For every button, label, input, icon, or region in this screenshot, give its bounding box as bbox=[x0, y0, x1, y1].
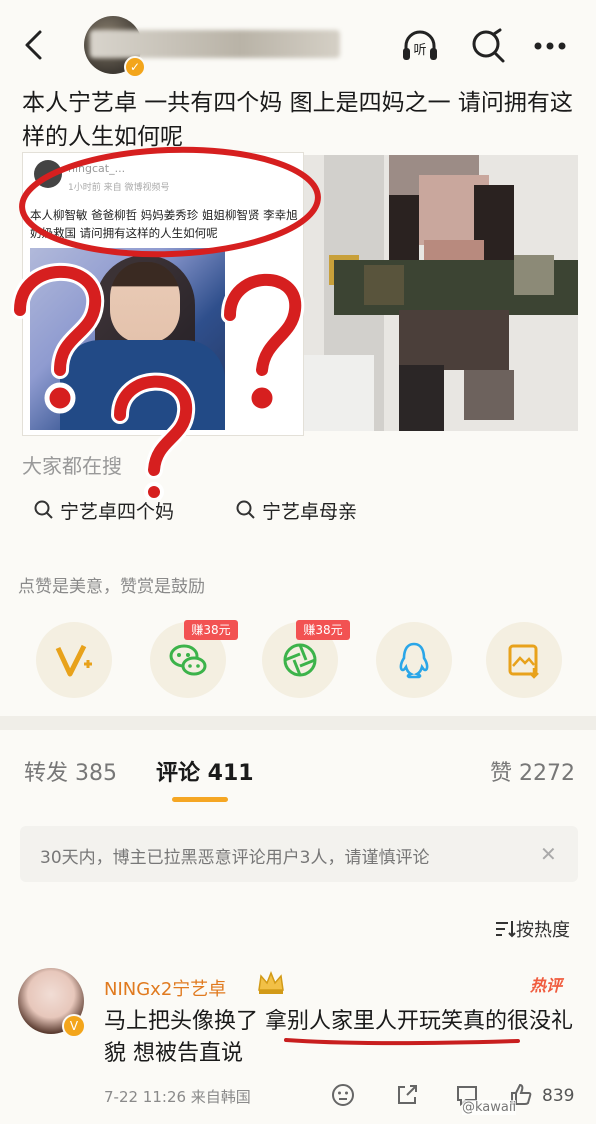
vplus-icon bbox=[55, 644, 92, 677]
photo-body bbox=[60, 340, 225, 430]
post-image-2-pixelated[interactable] bbox=[304, 155, 578, 431]
comment-like-count: 839 bbox=[542, 1086, 575, 1106]
verified-badge-icon: ✓ bbox=[124, 56, 146, 78]
notice-text: 30天内，博主已拉黑恶意评论用户3人，请谨慎评论 bbox=[40, 848, 430, 868]
sort-button[interactable]: 按热度 bbox=[494, 916, 570, 942]
hot-comment-badge: 热评 bbox=[530, 976, 563, 995]
trending-item-label: 宁艺卓母亲 bbox=[262, 500, 358, 523]
save-image-button[interactable] bbox=[486, 622, 562, 698]
mini-post-text: 本人柳智敏 爸爸柳哲 妈妈姜秀珍 姐姐柳智贤 李幸旭 奶奶救国 请问拥有这样的人… bbox=[30, 208, 298, 240]
tab-repost[interactable]: 转发 385 bbox=[24, 755, 117, 787]
headphone-icon: 听 bbox=[403, 30, 437, 60]
qq-icon bbox=[399, 642, 429, 679]
vip-badge-icon: V bbox=[62, 1014, 86, 1038]
save-image-icon bbox=[508, 644, 539, 679]
appreciation-text: 点赞是美意，赞赏是鼓励 bbox=[18, 577, 205, 597]
sort-icon bbox=[496, 921, 516, 938]
search-icon[interactable] bbox=[468, 26, 508, 66]
moments-icon bbox=[283, 643, 317, 677]
listen-button[interactable]: 听 bbox=[400, 26, 440, 66]
post-text: 本人宁艺卓 一共有四个妈 图上是四妈之一 请问拥有这样的人生如何呢 bbox=[22, 90, 573, 150]
comment-meta: 7-22 11:26 来自韩国 bbox=[104, 1088, 251, 1106]
more-icon[interactable] bbox=[530, 26, 570, 66]
commenter-name[interactable]: NINGx2宁艺卓 bbox=[104, 975, 226, 1001]
photo-face bbox=[110, 262, 180, 342]
section-divider bbox=[0, 716, 596, 730]
mini-post-meta: 1小时前 来自 微博视频号 bbox=[68, 183, 170, 193]
search-icon bbox=[236, 500, 255, 519]
share-vplus-button[interactable] bbox=[36, 622, 112, 698]
active-tab-indicator bbox=[172, 797, 228, 802]
listen-label: 听 bbox=[413, 43, 426, 58]
tab-like[interactable]: 赞 2272 bbox=[490, 755, 575, 787]
back-arrow-icon[interactable] bbox=[18, 28, 52, 62]
search-icon bbox=[34, 500, 53, 519]
trending-item-1[interactable]: 宁艺卓四个妈 bbox=[34, 492, 174, 528]
share-icon[interactable] bbox=[394, 1082, 420, 1108]
mini-avatar bbox=[34, 160, 62, 188]
emoji-icon[interactable] bbox=[330, 1082, 356, 1108]
red-underline-annotation bbox=[284, 1038, 520, 1046]
mini-author-name: ningcat_... bbox=[68, 162, 126, 175]
close-icon[interactable]: ✕ bbox=[540, 842, 557, 866]
watermark: @kawaii bbox=[462, 1100, 517, 1115]
trending-item-2[interactable]: 宁艺卓母亲 bbox=[236, 492, 357, 528]
author-name-blurred bbox=[90, 30, 340, 58]
earn-badge: 赚38元 bbox=[184, 620, 238, 640]
crown-icon bbox=[258, 970, 284, 994]
share-qq-button[interactable] bbox=[376, 622, 452, 698]
trending-item-label: 宁艺卓四个妈 bbox=[60, 500, 175, 523]
sort-label: 按热度 bbox=[516, 920, 570, 941]
earn-badge: 赚38元 bbox=[296, 620, 350, 640]
tab-comment[interactable]: 评论 411 bbox=[156, 755, 254, 787]
trending-title: 大家都在搜 bbox=[22, 454, 122, 478]
wechat-icon bbox=[169, 644, 207, 676]
